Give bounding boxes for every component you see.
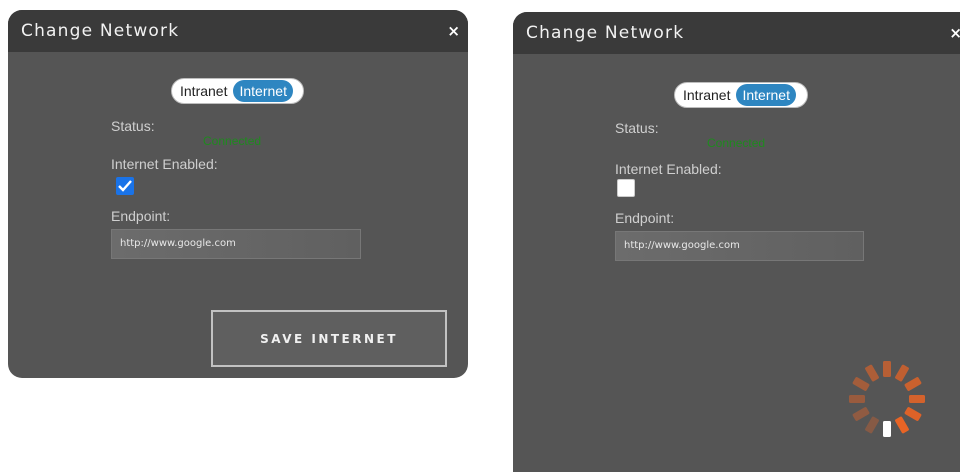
close-icon[interactable]: ×: [949, 24, 960, 42]
endpoint-label: Endpoint:: [111, 208, 171, 224]
endpoint-input[interactable]: http://www.google.com: [111, 229, 361, 259]
spinner-bar: [883, 361, 891, 377]
endpoint-input[interactable]: http://www.google.com: [615, 231, 864, 261]
internet-enabled-checkbox[interactable]: [617, 179, 635, 197]
spinner-bar: [895, 364, 909, 382]
network-toggle: Intranet Internet: [171, 78, 304, 104]
spinner-bar: [904, 407, 922, 421]
spinner-bar: [895, 416, 909, 434]
spinner-bar: [852, 377, 870, 391]
endpoint-label: Endpoint:: [615, 210, 675, 226]
spinner-bar: [909, 395, 925, 403]
change-network-dialog-loading: Change Network × Intranet Internet Statu…: [513, 12, 960, 472]
close-icon[interactable]: ×: [447, 22, 460, 40]
spinner-bar: [849, 395, 865, 403]
toggle-internet[interactable]: Internet: [736, 84, 796, 106]
spinner-bar: [904, 377, 922, 391]
spinner-bar: [852, 407, 870, 421]
spinner-bar: [883, 421, 891, 437]
dialog-title: Change Network: [526, 23, 685, 43]
change-network-dialog: Change Network × Intranet Internet Statu…: [8, 10, 468, 378]
checkmark-icon: [118, 180, 132, 192]
dialog-titlebar: Change Network ×: [8, 10, 468, 52]
toggle-internet[interactable]: Internet: [233, 80, 293, 102]
internet-enabled-label: Internet Enabled:: [615, 161, 722, 177]
status-value: Connected: [203, 134, 262, 148]
status-label: Status:: [615, 120, 659, 136]
status-label: Status:: [111, 118, 155, 134]
spinner-bar: [865, 416, 879, 434]
spinner-icon: [849, 361, 925, 437]
status-value: Connected: [707, 136, 766, 150]
internet-enabled-label: Internet Enabled:: [111, 156, 218, 172]
spinner-bar: [865, 364, 879, 382]
toggle-intranet[interactable]: Intranet: [677, 84, 736, 106]
dialog-titlebar: Change Network ×: [513, 12, 960, 54]
network-toggle: Intranet Internet: [674, 82, 808, 108]
toggle-intranet[interactable]: Intranet: [174, 80, 233, 102]
save-internet-button[interactable]: SAVE INTERNET: [211, 310, 447, 367]
internet-enabled-checkbox[interactable]: [116, 177, 134, 195]
dialog-title: Change Network: [21, 21, 180, 41]
